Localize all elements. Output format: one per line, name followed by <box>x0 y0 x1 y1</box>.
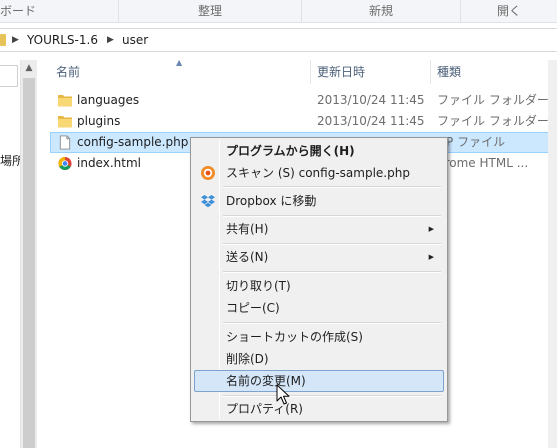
breadcrumb-user[interactable]: user <box>122 29 148 51</box>
scroll-thumb[interactable] <box>23 78 35 448</box>
antivirus-icon <box>201 166 215 180</box>
column-header-modified[interactable]: 更新日時 <box>317 60 365 84</box>
menu-item-copy[interactable]: コピー(C) <box>194 297 444 319</box>
menu-item-label: コピー(C) <box>226 301 280 315</box>
breadcrumb-yourls[interactable]: YOURLS-1.6 <box>27 29 98 51</box>
chrome-icon <box>58 156 72 171</box>
context-menu: プログラムから開く(H) スキャン (S) config-sample.php … <box>190 137 448 422</box>
menu-item-label: Dropbox に移動 <box>226 194 317 208</box>
menu-item-share[interactable]: 共有(H) ▶ <box>194 218 444 240</box>
file-name: plugins <box>77 114 121 128</box>
file-type: ファイル フォルダー <box>437 93 549 107</box>
menu-item-cut[interactable]: 切り取り(T) <box>194 275 444 297</box>
breadcrumb-separator-icon[interactable]: ▶ <box>107 29 114 51</box>
ribbon: ボード 整理 新規 開く <box>0 0 557 23</box>
menu-item-send-to[interactable]: 送る(N) ▶ <box>194 246 444 268</box>
menu-item-label: プログラムから開く(H) <box>226 144 355 158</box>
column-headers: 名前 更新日時 種類 <box>46 60 557 84</box>
column-header-type[interactable]: 種類 <box>437 60 461 84</box>
file-row[interactable]: plugins 2013/10/24 11:45 ファイル フォルダー <box>50 111 557 132</box>
menu-item-label: スキャン (S) config-sample.php <box>226 166 410 180</box>
menu-item-label: 削除(D) <box>226 352 269 366</box>
folder-icon <box>58 116 72 128</box>
navigation-scrollbar[interactable]: ▲ <box>20 60 37 448</box>
menu-item-label: 切り取り(T) <box>226 279 291 293</box>
ribbon-group-open[interactable]: 開く <box>461 0 557 23</box>
file-modified: 2013/10/24 11:45 <box>317 114 425 128</box>
ribbon-group-new[interactable]: 新規 <box>302 0 460 23</box>
address-bar[interactable]: ▶ YOURLS-1.6 ▶ user <box>0 28 557 52</box>
menu-item-label: ショートカットの作成(S) <box>226 330 363 344</box>
menu-item-open-with[interactable]: プログラムから開く(H) <box>194 140 444 162</box>
ribbon-group-organize[interactable]: 整理 <box>119 0 301 23</box>
menu-item-create-shortcut[interactable]: ショートカットの作成(S) <box>194 326 444 348</box>
column-divider[interactable] <box>310 60 311 84</box>
file-row[interactable]: languages 2013/10/24 11:45 ファイル フォルダー <box>50 90 557 111</box>
menu-item-label: プロパティ(R) <box>226 402 303 416</box>
file-type: hrome HTML ... <box>437 156 529 170</box>
file-modified: 2013/10/24 11:45 <box>317 93 425 107</box>
menu-item-dropbox[interactable]: Dropbox に移動 <box>194 190 444 212</box>
menu-item-label: 送る(N) <box>226 250 269 264</box>
file-name: index.html <box>77 156 141 170</box>
menu-separator <box>223 215 441 217</box>
dropbox-icon <box>201 195 215 208</box>
breadcrumb-separator-icon[interactable]: ▶ <box>12 29 19 51</box>
file-name: config-sample.php <box>77 135 189 149</box>
menu-item-properties[interactable]: プロパティ(R) <box>194 398 444 420</box>
ribbon-group-clipboard[interactable]: ボード <box>0 0 40 23</box>
menu-separator <box>223 186 441 188</box>
column-divider[interactable] <box>430 60 431 84</box>
file-type: ファイル フォルダー <box>437 114 549 128</box>
submenu-arrow-icon: ▶ <box>428 225 434 233</box>
file-name: languages <box>77 93 140 107</box>
mouse-cursor-icon <box>276 384 290 405</box>
menu-item-label: 名前の変更(M) <box>226 374 306 388</box>
menu-separator <box>223 395 441 397</box>
menu-item-scan[interactable]: スキャン (S) config-sample.php <box>194 162 444 184</box>
menu-separator <box>223 271 441 273</box>
menu-separator <box>223 243 441 245</box>
column-header-name[interactable]: 名前 <box>56 60 80 84</box>
submenu-arrow-icon: ▶ <box>428 253 434 261</box>
file-list-scrollbar[interactable] <box>548 60 557 448</box>
menu-item-delete[interactable]: 削除(D) <box>194 348 444 370</box>
navigation-pane-item[interactable] <box>0 65 18 87</box>
menu-item-rename[interactable]: 名前の変更(M) <box>194 370 444 392</box>
folder-icon <box>0 34 6 46</box>
scroll-up-icon[interactable]: ▲ <box>21 60 37 76</box>
folder-icon <box>58 95 72 107</box>
menu-separator <box>223 322 441 324</box>
document-icon <box>59 135 71 150</box>
menu-item-label: 共有(H) <box>226 222 269 236</box>
